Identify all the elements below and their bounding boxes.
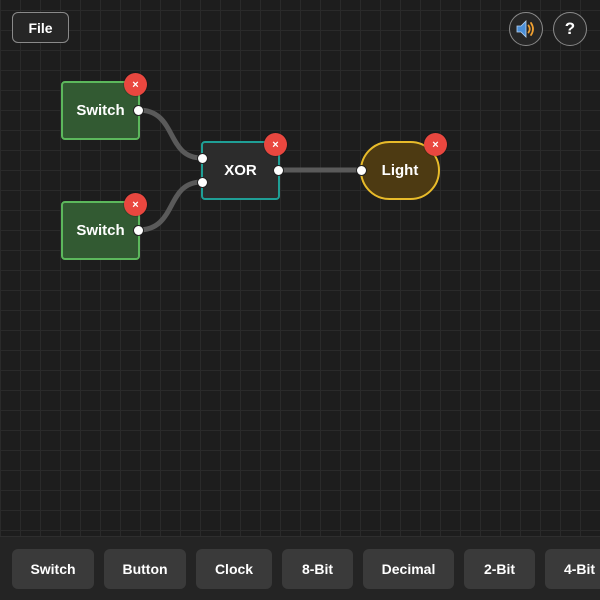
add-switch-button[interactable]: Switch — [12, 549, 94, 589]
close-icon: × — [272, 138, 279, 151]
light-node-label: Light — [381, 162, 419, 179]
xor-input-port-a[interactable] — [197, 153, 208, 164]
add-8-bit-button[interactable]: 8-Bit — [282, 549, 353, 589]
sound-toggle-button[interactable] — [509, 12, 543, 46]
xor-input-port-b[interactable] — [197, 177, 208, 188]
xor-gate-label: XOR — [224, 162, 257, 179]
circuit-canvas[interactable]: Switch × Switch × XOR × Light × File ? — [0, 0, 600, 536]
delete-xor-button[interactable]: × — [264, 133, 287, 156]
delete-light-button[interactable]: × — [424, 133, 447, 156]
switch-node-1-label: Switch — [76, 102, 125, 119]
toolbar-item-label: 8-Bit — [301, 561, 334, 577]
file-menu-button[interactable]: File — [12, 12, 69, 43]
delete-switch-1-button[interactable]: × — [124, 73, 147, 96]
add-4-bit-button[interactable]: 4-Bit — [545, 549, 600, 589]
toolbar-item-label: Button — [122, 561, 168, 577]
close-icon: × — [432, 138, 439, 151]
toolbar-item-label: 2-Bit — [483, 561, 516, 577]
speaker-icon — [516, 20, 534, 38]
close-icon: × — [132, 78, 139, 91]
toolbar-item-label: Decimal — [381, 561, 436, 577]
component-toolbar: Switch Button Clock 8-Bit Decimal 2-Bit … — [0, 536, 600, 600]
toolbar-item-label: Clock — [214, 561, 254, 577]
add-clock-button[interactable]: Clock — [196, 549, 272, 589]
xor-output-port[interactable] — [273, 165, 284, 176]
add-button-button[interactable]: Button — [104, 549, 186, 589]
add-decimal-button[interactable]: Decimal — [363, 549, 454, 589]
light-input-port[interactable] — [356, 165, 367, 176]
switch-1-output-port[interactable] — [133, 105, 144, 116]
app-window: Switch × Switch × XOR × Light × File ? S… — [0, 0, 600, 600]
delete-switch-2-button[interactable]: × — [124, 193, 147, 216]
wire-switch1-to-xor[interactable] — [135, 107, 205, 161]
toolbar-item-label: Switch — [30, 561, 76, 577]
help-button[interactable]: ? — [553, 12, 587, 46]
switch-node-2-label: Switch — [76, 222, 125, 239]
close-icon: × — [132, 198, 139, 211]
file-menu-label: File — [28, 19, 53, 36]
switch-2-output-port[interactable] — [133, 225, 144, 236]
add-2-bit-button[interactable]: 2-Bit — [464, 549, 535, 589]
toolbar-item-label: 4-Bit — [563, 561, 596, 577]
help-icon: ? — [564, 19, 576, 38]
wire-switch2-to-xor[interactable] — [135, 179, 205, 233]
